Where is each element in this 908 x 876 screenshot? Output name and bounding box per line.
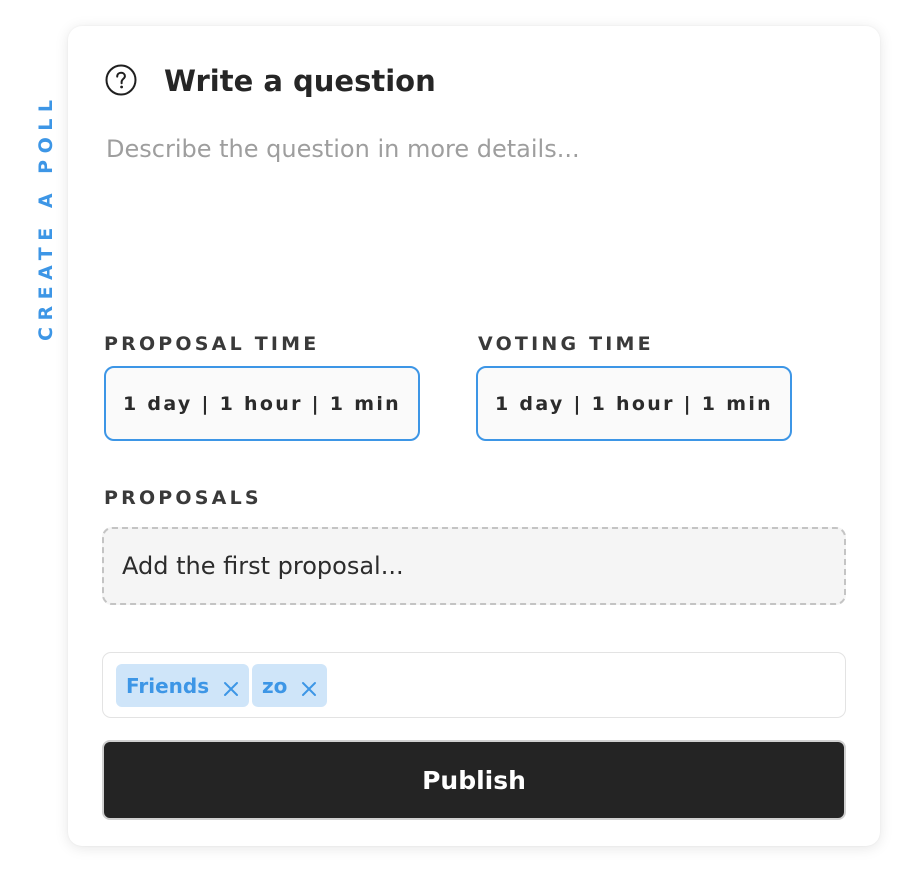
voting-time-selector[interactable]: 1 day | 1 hour | 1 min xyxy=(476,366,792,441)
proposal-time-label: PROPOSAL TIME xyxy=(104,333,320,355)
close-icon[interactable] xyxy=(301,678,317,696)
add-proposal-input[interactable]: Add the first proposal... xyxy=(102,527,846,605)
close-icon[interactable] xyxy=(223,678,239,696)
proposal-time-selector[interactable]: 1 day | 1 hour | 1 min xyxy=(104,366,420,441)
question-description-input[interactable]: Describe the question in more details... xyxy=(106,132,846,166)
poll-card: Write a question Describe the question i… xyxy=(68,26,880,846)
question-title-input[interactable]: Write a question xyxy=(164,62,436,100)
tag-label: Friends xyxy=(126,673,210,698)
publish-button[interactable]: Publish xyxy=(102,740,846,820)
proposals-label: PROPOSALS xyxy=(104,487,262,509)
question-circle-icon xyxy=(105,64,137,96)
voting-time-label: VOTING TIME xyxy=(478,333,654,355)
tags-input[interactable]: Friends zo xyxy=(102,652,846,718)
create-a-poll-label: CREATE A POLL xyxy=(35,93,57,341)
tag-zo: zo xyxy=(252,664,328,707)
create-poll-page: CREATE A POLL Write a question Describe … xyxy=(0,0,908,876)
tag-label: zo xyxy=(262,673,288,698)
tag-friends: Friends xyxy=(116,664,250,707)
